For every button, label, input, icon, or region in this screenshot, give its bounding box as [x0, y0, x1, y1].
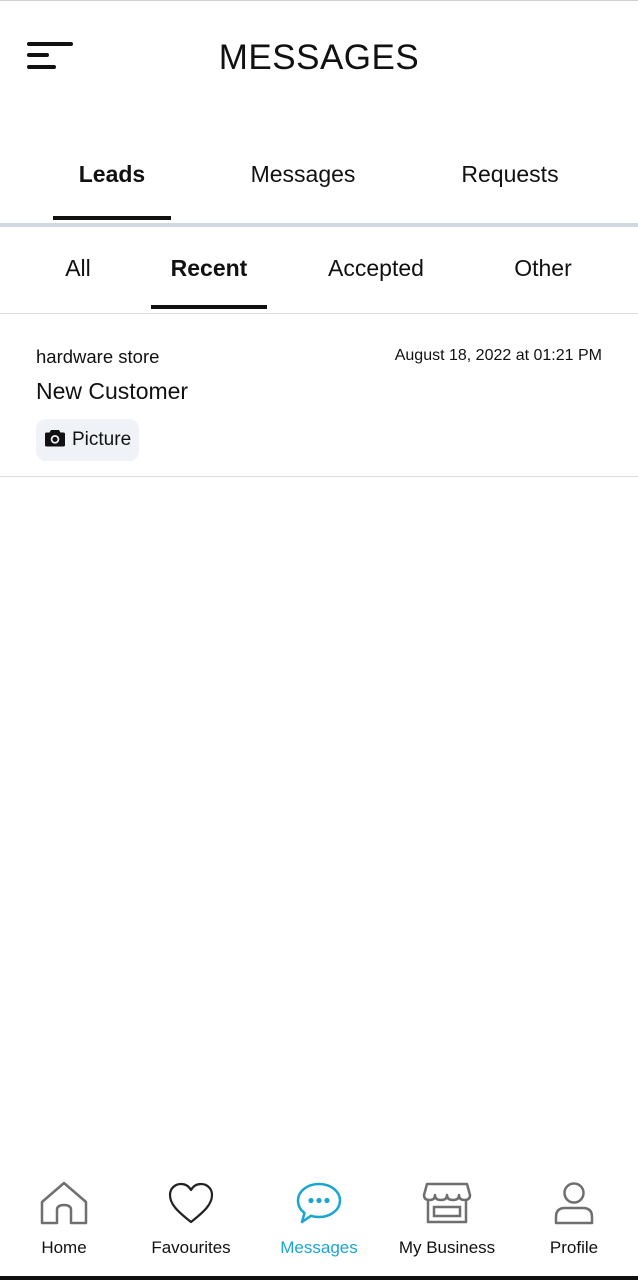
home-icon [37, 1178, 91, 1228]
tab-leads-label: Leads [78, 161, 146, 187]
nav-profile-label: Profile [549, 1238, 599, 1257]
nav-home[interactable]: Home [0, 1164, 128, 1276]
lead-timestamp: August 18, 2022 at 01:21 PM [394, 347, 602, 364]
filter-tab-all[interactable]: All [48, 227, 108, 309]
filter-tab-recent-label: Recent [170, 255, 248, 281]
tab-messages-label: Messages [250, 161, 356, 187]
lead-divider [0, 476, 638, 477]
nav-profile[interactable]: Profile [510, 1164, 638, 1276]
page-title: MESSAGES [218, 38, 420, 77]
tab-active-indicator [53, 216, 171, 220]
heart-icon [164, 1178, 218, 1228]
filter-tab-other[interactable]: Other [498, 227, 588, 309]
tab-leads[interactable]: Leads [53, 140, 171, 220]
filter-tab-accepted-label: Accepted [328, 255, 424, 281]
lead-list-item[interactable]: hardware store August 18, 2022 at 01:21 … [0, 314, 638, 478]
nav-home-label: Home [41, 1238, 87, 1257]
camera-icon [44, 428, 66, 453]
bottom-navigation: Home Favourites Messages My Business Pro… [0, 1164, 638, 1276]
filter-tab-active-indicator [151, 305, 267, 309]
nav-favourites-label: Favourites [151, 1238, 231, 1257]
main-tabs: Leads Messages Requests [0, 140, 638, 226]
tab-messages[interactable]: Messages [233, 140, 373, 220]
app-header: MESSAGES [0, 0, 638, 120]
nav-favourites[interactable]: Favourites [127, 1164, 255, 1276]
filter-tabs: All Recent Accepted Other [0, 227, 638, 313]
filter-tab-recent[interactable]: Recent [151, 227, 267, 309]
attachment-label: Picture [72, 429, 132, 450]
storefront-icon [420, 1178, 474, 1228]
tab-requests-label: Requests [461, 161, 559, 187]
user-icon [547, 1178, 601, 1228]
nav-messages[interactable]: Messages [255, 1164, 383, 1276]
bottom-edge [0, 1276, 638, 1280]
tab-requests[interactable]: Requests [444, 140, 576, 220]
nav-my-business-label: My Business [398, 1238, 496, 1257]
nav-my-business[interactable]: My Business [383, 1164, 511, 1276]
nav-messages-label: Messages [280, 1238, 358, 1257]
lead-title: New Customer [36, 378, 189, 404]
chat-bubble-icon [292, 1178, 346, 1228]
filter-tab-all-label: All [65, 255, 91, 281]
attachment-badge: Picture [36, 419, 140, 461]
filter-tab-other-label: Other [514, 255, 572, 281]
lead-sender: hardware store [36, 346, 160, 367]
filter-tab-accepted[interactable]: Accepted [312, 227, 440, 309]
